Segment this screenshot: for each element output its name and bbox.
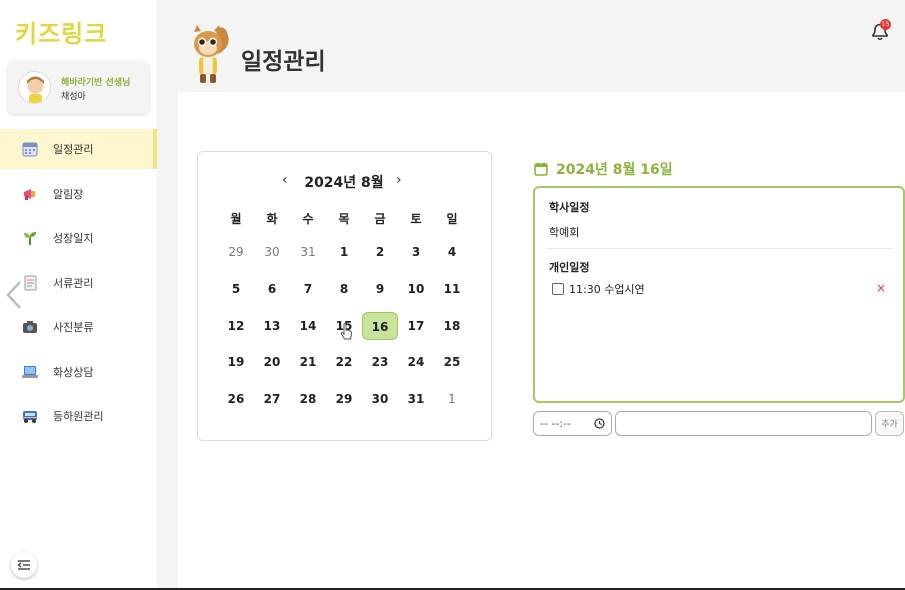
calendar-next-month-button[interactable]: › [396, 172, 402, 188]
camera-icon [21, 318, 39, 336]
calendar-day[interactable]: 17 [398, 312, 434, 340]
page-title: 일정관리 [241, 49, 326, 75]
calendar-day[interactable]: 1 [434, 385, 470, 413]
sidebar-item-label: 사진분류 [53, 321, 94, 334]
collapse-menu-icon [18, 560, 30, 570]
sidebar-item-label: 알림장 [53, 187, 84, 201]
profile-name: 채성아 [61, 92, 86, 102]
calendar-day[interactable]: 2 [362, 238, 398, 266]
calendar-day[interactable]: 25 [434, 348, 470, 376]
weekday-label: 수 [302, 212, 314, 226]
avatar [18, 71, 51, 104]
calendar-day[interactable]: 23 [362, 348, 398, 376]
personal-schedule-item: 11:30 수업시연 [569, 283, 645, 296]
schedule-text-input[interactable] [615, 411, 872, 436]
notification-count-badge: 15 [880, 19, 891, 30]
sidebar-item-photo-sort[interactable]: 사진분류 [0, 307, 157, 347]
weekday-label: 월 [230, 212, 242, 226]
sidebar-item-notice[interactable]: 알림장 [0, 174, 157, 214]
calendar-day[interactable]: 12 [218, 312, 254, 340]
sprout-icon [21, 229, 39, 247]
academic-schedule-title: 학사일정 [549, 201, 590, 214]
profile-card[interactable]: 해바라기반 선생님 채성아 [8, 61, 149, 114]
divider [547, 248, 892, 249]
chevron-left-icon[interactable] [4, 280, 24, 310]
weekday-label: 일 [446, 212, 458, 226]
calendar-day[interactable]: 21 [290, 348, 326, 376]
calendar-day[interactable]: 9 [362, 275, 398, 303]
calendar-day[interactable]: 1 [326, 238, 362, 266]
calendar-day[interactable]: 28 [290, 385, 326, 413]
calendar-day[interactable]: 31 [290, 238, 326, 266]
calendar-day[interactable]: 26 [218, 385, 254, 413]
calendar-date-icon [534, 161, 548, 176]
profile-class-label: 해바라기반 선생님 [61, 78, 131, 88]
calendar-day[interactable]: 6 [254, 275, 290, 303]
calendar-day[interactable]: 4 [434, 238, 470, 266]
calendar-icon [21, 140, 39, 158]
selected-date-title: 2024년 8월 16일 [556, 162, 673, 178]
add-schedule-button[interactable]: 추가 [875, 411, 904, 436]
calendar-day[interactable]: 27 [254, 385, 290, 413]
sidebar-item-growth-diary[interactable]: 성장일지 [0, 218, 157, 258]
sidebar-item-video-consult[interactable]: 화상상담 [0, 352, 157, 392]
calendar-month-title: 2024년 8월 [304, 175, 384, 191]
calendar-day[interactable]: 7 [290, 275, 326, 303]
sidebar-item-attendance[interactable]: 등하원관리 [0, 396, 157, 436]
weekday-label: 금 [374, 212, 386, 226]
sidebar-collapse-button[interactable] [11, 552, 37, 578]
sidebar-item-label: 화상상담 [53, 365, 94, 379]
calendar-day[interactable]: 24 [398, 348, 434, 376]
calendar-day-selected[interactable]: 16 [362, 312, 398, 340]
app-logo[interactable]: 키즈링크 [15, 14, 107, 49]
calendar-day[interactable]: 30 [362, 385, 398, 413]
weekday-label: 화 [266, 212, 278, 226]
sidebar-item-label: 서류관리 [53, 276, 94, 290]
calendar-day[interactable]: 18 [434, 312, 470, 340]
calendar-day[interactable]: 14 [290, 312, 326, 340]
laptop-icon [21, 363, 39, 381]
calendar-day[interactable]: 31 [398, 385, 434, 413]
academic-schedule-item: 학예회 [549, 226, 580, 239]
calendar-day[interactable]: 13 [254, 312, 290, 340]
megaphone-icon [21, 185, 39, 203]
calendar-day[interactable]: 22 [326, 348, 362, 376]
calendar-prev-month-button[interactable]: ‹ [282, 172, 288, 188]
time-input-placeholder: -- --:-- [540, 417, 572, 430]
calendar-day[interactable]: 8 [326, 275, 362, 303]
calendar-day[interactable]: 19 [218, 348, 254, 376]
calendar-day[interactable]: 20 [254, 348, 290, 376]
todo-checkbox[interactable] [552, 283, 564, 295]
clock-icon [594, 418, 605, 429]
weekday-label: 토 [410, 212, 422, 226]
sidebar-item-label: 일정관리 [53, 143, 94, 156]
sidebar-item-schedule[interactable]: 일정관리 [0, 129, 157, 169]
delete-schedule-button[interactable]: × [876, 281, 886, 295]
calendar-day[interactable]: 29 [218, 238, 254, 266]
calendar-day[interactable]: 11 [434, 275, 470, 303]
calendar-day[interactable]: 5 [218, 275, 254, 303]
calendar-day[interactable]: 29 [326, 385, 362, 413]
squirrel-mascot-icon [188, 24, 232, 86]
calendar-day[interactable]: 3 [398, 238, 434, 266]
bus-icon [21, 407, 39, 425]
sidebar-item-label: 성장일지 [53, 232, 94, 245]
hand-cursor-icon [340, 323, 354, 341]
weekday-label: 목 [338, 212, 350, 226]
personal-schedule-title: 개인일정 [549, 261, 590, 274]
sidebar-item-label: 등하원관리 [53, 410, 104, 423]
calendar-day[interactable]: 10 [398, 275, 434, 303]
calendar-day[interactable]: 30 [254, 238, 290, 266]
time-input[interactable]: -- --:-- [533, 411, 612, 436]
